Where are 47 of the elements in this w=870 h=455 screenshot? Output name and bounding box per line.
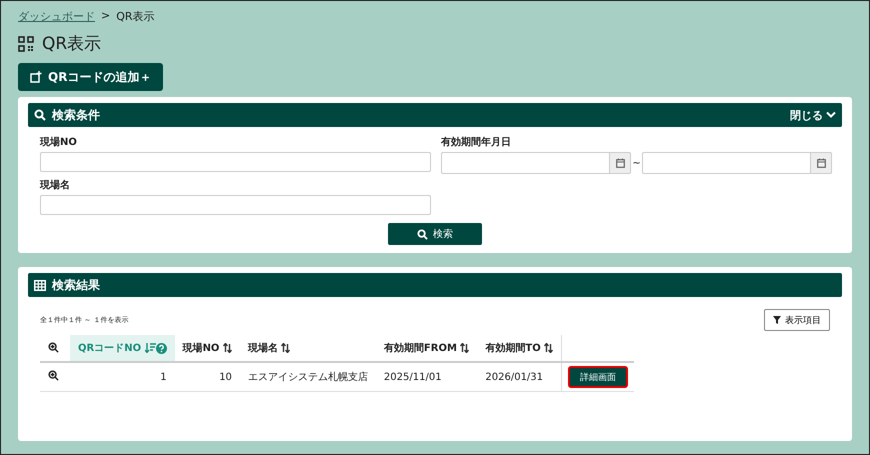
- date-field[interactable]: [441, 152, 610, 174]
- breadcrumb-link[interactable]: ダッシュボード: [18, 9, 95, 24]
- columns-button[interactable]: 表示項目: [764, 309, 830, 331]
- input-field[interactable]: [40, 195, 431, 215]
- zoom-icon[interactable]: [48, 370, 59, 381]
- column-header[interactable]: 現場名: [240, 335, 376, 362]
- table-cell: 10: [174, 362, 240, 392]
- range-separator: ~: [632, 158, 641, 168]
- table-icon: [34, 280, 46, 290]
- close-toggle[interactable]: 閉じる: [790, 108, 836, 122]
- table-cell: エスアイシステム札幌支店: [240, 362, 376, 392]
- page-title: QR表示: [42, 33, 102, 55]
- table-cell: 2025/11/01: [376, 362, 478, 392]
- add-note-icon: [30, 71, 42, 83]
- column-header[interactable]: 現場NO: [174, 335, 240, 362]
- breadcrumb-text: QR表示: [116, 9, 155, 24]
- column-header[interactable]: 有効期間TO: [477, 335, 562, 362]
- panel-title: 検索結果: [52, 276, 100, 294]
- breadcrumb-text: >: [101, 9, 110, 24]
- add-qr-button[interactable]: QRコードの追加＋: [18, 63, 164, 91]
- panel-title: 検索条件: [52, 106, 100, 124]
- field-label: 有効期間年月日: [441, 136, 512, 149]
- field-label: 現場NO: [40, 136, 78, 149]
- sort-icon: [281, 343, 290, 354]
- detail-button[interactable]: 詳細画面: [568, 366, 628, 388]
- search-icon: [417, 228, 428, 240]
- calendar-button[interactable]: [609, 152, 632, 174]
- sort-icon: [544, 343, 554, 354]
- date-field[interactable]: [642, 152, 810, 174]
- table-cell: 1: [70, 362, 175, 392]
- filter-icon: [773, 316, 781, 324]
- calendar-icon: [816, 158, 826, 168]
- table-cell: 2026/01/31: [477, 362, 562, 392]
- search-icon: [34, 109, 46, 121]
- qr-icon: [18, 36, 34, 52]
- calendar-icon: [616, 158, 625, 168]
- chevron-down-icon: [826, 111, 836, 119]
- search-button[interactable]: 検索: [388, 223, 482, 245]
- input-field[interactable]: [40, 152, 431, 172]
- column-header[interactable]: 有効期間FROM: [376, 335, 478, 362]
- sort-icon: [222, 343, 232, 354]
- help-icon: [156, 342, 167, 354]
- sort-descending-icon: [144, 343, 156, 354]
- calendar-button[interactable]: [810, 152, 832, 174]
- zoom-icon[interactable]: [48, 342, 59, 354]
- sort-icon: [460, 343, 470, 354]
- field-label: 現場名: [40, 178, 71, 192]
